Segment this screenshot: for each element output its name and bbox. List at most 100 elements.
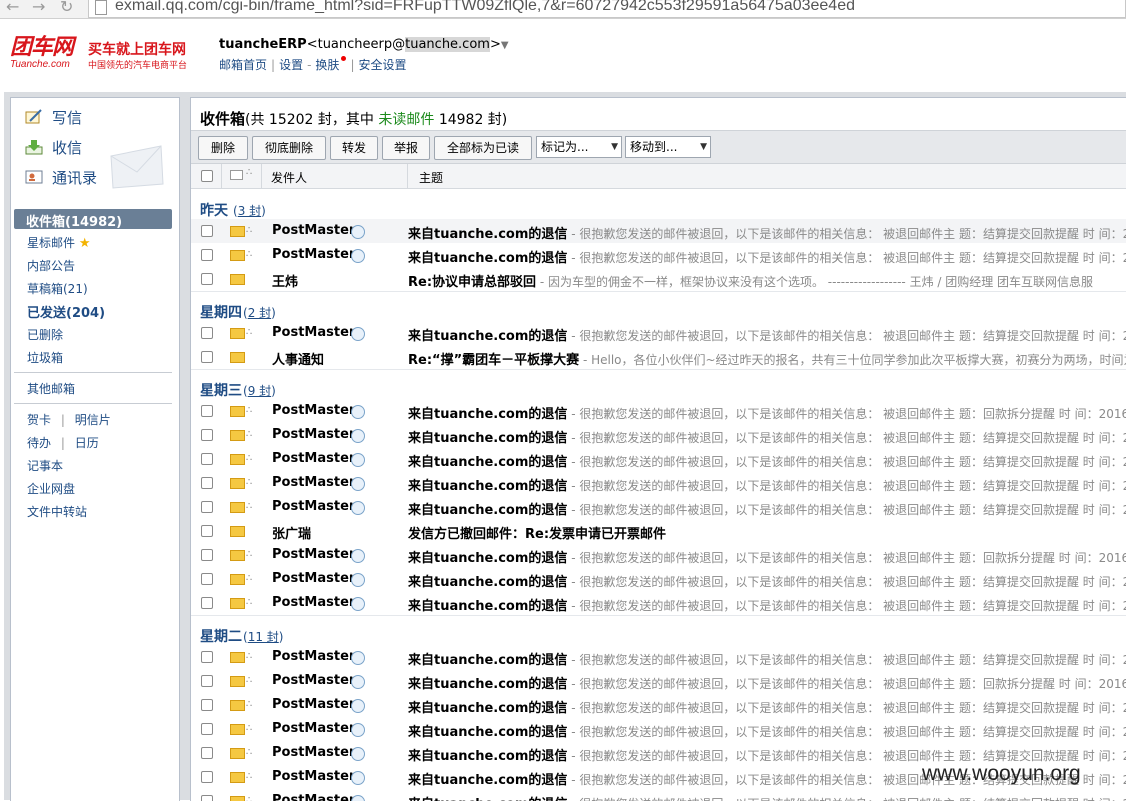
sender-info-icon[interactable]: [351, 327, 365, 341]
sender-info-icon[interactable]: [351, 747, 365, 761]
account-dropdown-icon[interactable]: ▼: [501, 40, 509, 51]
email-checkbox[interactable]: [201, 573, 213, 585]
sender-info-icon[interactable]: [351, 597, 365, 611]
email-row[interactable]: ∴ PostMaster 来自tuanche.com的退信 - 很抱歉您发送的邮…: [191, 645, 1126, 670]
sender-info-icon[interactable]: [351, 771, 365, 785]
email-row[interactable]: ∴ PostMaster 来自tuanche.com的退信 - 很抱歉您发送的邮…: [191, 471, 1126, 496]
email-checkbox[interactable]: [201, 723, 213, 735]
group-count-link[interactable]: 3 封: [238, 204, 261, 218]
folder-junk[interactable]: 垃圾箱: [27, 349, 63, 366]
group-count[interactable]: (9 封): [243, 382, 276, 399]
sender-info-icon[interactable]: [351, 225, 365, 239]
sender-info-icon[interactable]: [351, 723, 365, 737]
email-checkbox[interactable]: [201, 501, 213, 513]
email-row[interactable]: ∴ PostMaster 来自tuanche.com的退信 - 很抱歉您发送的邮…: [191, 321, 1126, 346]
contacts-button[interactable]: 通讯录: [25, 166, 125, 190]
email-checkbox[interactable]: [201, 597, 213, 609]
email-checkbox[interactable]: [201, 429, 213, 441]
link-notes[interactable]: 记事本: [27, 457, 63, 474]
link-security[interactable]: 安全设置: [358, 58, 406, 72]
email-checkbox[interactable]: [201, 477, 213, 489]
sender-column-header[interactable]: 发件人: [271, 169, 307, 186]
link-postcard[interactable]: 明信片: [75, 413, 111, 427]
attachment-column-icon[interactable]: ∴: [246, 167, 252, 178]
email-row[interactable]: ∴ PostMaster 来自tuanche.com的退信 - 很抱歉您发送的邮…: [191, 423, 1126, 448]
link-todo[interactable]: 待办: [27, 436, 51, 450]
link-settings[interactable]: 设置: [279, 58, 303, 72]
group-count-link[interactable]: 9 封: [248, 384, 271, 398]
link-skin[interactable]: 换肤: [315, 58, 339, 72]
email-checkbox[interactable]: [201, 795, 213, 801]
sender-info-icon[interactable]: [351, 651, 365, 665]
move-to-select[interactable]: 移动到... ▼: [625, 136, 711, 158]
sender-info-icon[interactable]: [351, 699, 365, 713]
subject-column-header[interactable]: 主题: [419, 169, 443, 186]
tuanche-logo[interactable]: 团车网 Tuanche.com: [10, 36, 80, 74]
email-row[interactable]: ∴ PostMaster 来自tuanche.com的退信 - 很抱歉您发送的邮…: [191, 591, 1126, 616]
email-checkbox[interactable]: [201, 327, 213, 339]
link-file-transfer[interactable]: 文件中转站: [27, 503, 87, 520]
email-row[interactable]: ∴ PostMaster 来自tuanche.com的退信 - 很抱歉您发送的邮…: [191, 669, 1126, 694]
folder-other[interactable]: 其他邮箱: [27, 380, 75, 397]
email-row[interactable]: ∴ PostMaster 来自tuanche.com的退信 - 很抱歉您发送的邮…: [191, 543, 1126, 568]
email-row[interactable]: ∴ PostMaster 来自tuanche.com的退信 - 很抱歉您发送的邮…: [191, 717, 1126, 742]
back-arrow-icon[interactable]: ←: [6, 0, 19, 16]
email-checkbox[interactable]: [201, 675, 213, 687]
group-count[interactable]: (3 封): [233, 202, 266, 219]
folder-drafts[interactable]: 草稿箱(21): [27, 280, 88, 297]
forward-button[interactable]: 转发: [330, 136, 378, 160]
email-row[interactable]: ∴ PostMaster 来自tuanche.com的退信 - 很抱歉您发送的邮…: [191, 243, 1126, 268]
sender-info-icon[interactable]: [351, 405, 365, 419]
folder-inbox[interactable]: 收件箱(14982): [14, 209, 172, 230]
email-checkbox[interactable]: [201, 771, 213, 783]
group-count-link[interactable]: 11 封: [248, 630, 279, 644]
email-row[interactable]: ∴ PostMaster 来自tuanche.com的退信 - 很抱歉您发送的邮…: [191, 219, 1126, 244]
sender-info-icon[interactable]: [351, 675, 365, 689]
account-info[interactable]: tuancheERP<tuancheerp@tuanche.com>▼: [219, 37, 509, 52]
sender-info-icon[interactable]: [351, 573, 365, 587]
email-checkbox[interactable]: [201, 651, 213, 663]
unread-link[interactable]: 未读邮件: [378, 112, 434, 128]
read-status-column-icon[interactable]: [230, 170, 243, 180]
email-checkbox[interactable]: [201, 225, 213, 237]
email-row[interactable]: 王炜 Re:协议申请总部驳回 - 因为车型的佣金不一样，框架协议来没有这个选项。…: [191, 267, 1126, 292]
purge-button[interactable]: 彻底删除: [252, 136, 326, 160]
link-greeting-card[interactable]: 贺卡: [27, 413, 51, 427]
email-row[interactable]: ∴ PostMaster 来自tuanche.com的退信 - 很抱歉您发送的邮…: [191, 447, 1126, 472]
folder-deleted[interactable]: 已删除: [27, 326, 63, 343]
url-input[interactable]: exmail.qq.com/cgi-bin/frame_html?sid=FRF…: [88, 0, 1126, 18]
sender-info-icon[interactable]: [351, 795, 365, 801]
email-row[interactable]: ∴ PostMaster 来自tuanche.com的退信 - 很抱歉您发送的邮…: [191, 399, 1126, 424]
link-enterprise-disk[interactable]: 企业网盘: [27, 480, 75, 497]
sender-info-icon[interactable]: [351, 429, 365, 443]
sender-info-icon[interactable]: [351, 501, 365, 515]
url-text[interactable]: exmail.qq.com/cgi-bin/frame_html?sid=FRF…: [115, 0, 855, 15]
email-row[interactable]: ∴ PostMaster 来自tuanche.com的退信 - 很抱歉您发送的邮…: [191, 495, 1126, 520]
sender-info-icon[interactable]: [351, 453, 365, 467]
group-count[interactable]: (11 封): [243, 628, 283, 645]
email-checkbox[interactable]: [201, 453, 213, 465]
reload-icon[interactable]: ↻: [60, 0, 73, 16]
email-checkbox[interactable]: [201, 405, 213, 417]
email-checkbox[interactable]: [201, 699, 213, 711]
email-checkbox[interactable]: [201, 351, 213, 363]
compose-button[interactable]: 写信: [25, 106, 125, 130]
email-checkbox[interactable]: [201, 273, 213, 285]
email-row[interactable]: ∴ PostMaster 来自tuanche.com的退信 - 很抱歉您发送的邮…: [191, 789, 1126, 801]
email-row[interactable]: 张广瑞 发信方已撤回邮件：Re:发票申请已开票邮件: [191, 519, 1126, 544]
email-row[interactable]: ∴ PostMaster 来自tuanche.com的退信 - 很抱歉您发送的邮…: [191, 567, 1126, 592]
email-checkbox[interactable]: [201, 747, 213, 759]
folder-announce[interactable]: 内部公告: [27, 257, 75, 274]
email-checkbox[interactable]: [201, 249, 213, 261]
group-count[interactable]: (2 封): [243, 304, 276, 321]
sender-info-icon[interactable]: [351, 249, 365, 263]
group-count-link[interactable]: 2 封: [248, 306, 271, 320]
report-button[interactable]: 举报: [382, 136, 430, 160]
select-all-checkbox[interactable]: [201, 170, 213, 182]
folder-sent[interactable]: 已发送(204): [27, 302, 105, 321]
delete-button[interactable]: 删除: [198, 136, 248, 160]
link-mail-home[interactable]: 邮箱首页: [219, 58, 267, 72]
mark-as-select[interactable]: 标记为... ▼: [536, 136, 622, 158]
sender-info-icon[interactable]: [351, 477, 365, 491]
email-row[interactable]: 人事通知 Re:“撑”霸团车－平板撑大赛 - Hello，各位小伙伴们~经过昨天…: [191, 345, 1126, 370]
